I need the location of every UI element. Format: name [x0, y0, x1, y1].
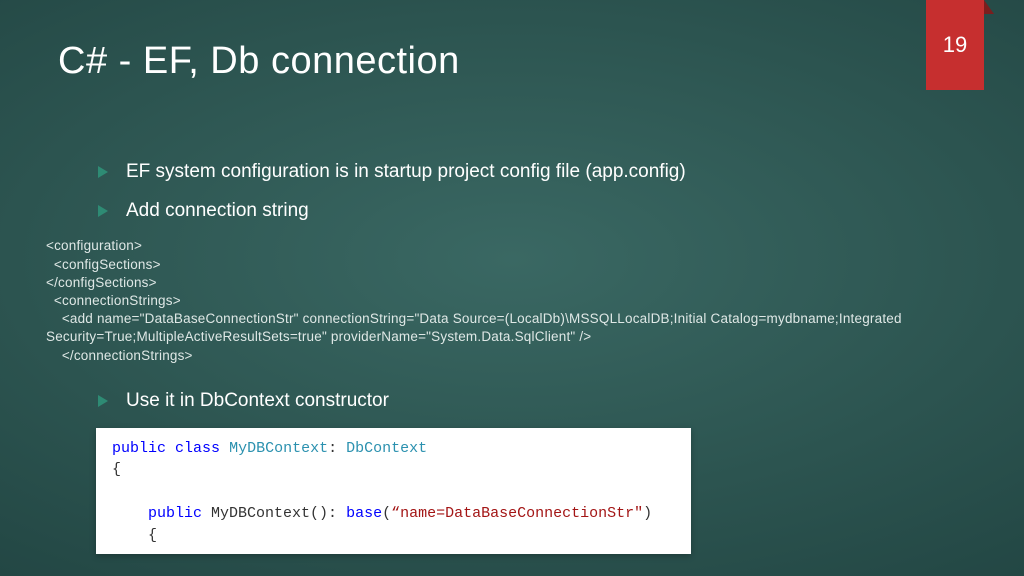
slide-title: C# - EF, Db connection: [58, 40, 460, 83]
triangle-bullet-icon: [98, 205, 108, 217]
page-number: 19: [943, 32, 967, 58]
bullet-list: EF system configuration is in startup pr…: [98, 160, 984, 223]
bullet-text: Add connection string: [126, 200, 309, 221]
bullet-list: Use it in DbContext constructor: [98, 389, 984, 414]
bullet-text: Use it in DbContext constructor: [126, 390, 389, 411]
triangle-bullet-icon: [98, 166, 108, 178]
bullet-item: EF system configuration is in startup pr…: [98, 160, 984, 185]
bullet-item: Use it in DbContext constructor: [98, 389, 984, 414]
xml-config-snippet: <configuration> <configSections> </confi…: [46, 237, 984, 365]
code-punct: {: [148, 527, 157, 544]
code-punct: :: [328, 440, 346, 457]
triangle-bullet-icon: [98, 395, 108, 407]
code-text: MyDBContext():: [202, 505, 346, 522]
code-keyword: public: [148, 505, 202, 522]
code-keyword: public: [112, 440, 166, 457]
code-string: “name=DataBaseConnectionStr": [391, 505, 643, 522]
slide-content: EF system configuration is in startup pr…: [58, 160, 984, 554]
bullet-text: EF system configuration is in startup pr…: [126, 161, 686, 182]
code-punct: ): [643, 505, 652, 522]
bullet-item: Add connection string: [98, 199, 984, 224]
code-punct: (: [382, 505, 391, 522]
code-keyword: class: [175, 440, 220, 457]
code-type: MyDBContext: [229, 440, 328, 457]
code-punct: {: [112, 461, 121, 478]
page-number-tab: 19: [926, 0, 984, 90]
code-keyword: base: [346, 505, 382, 522]
code-type: DbContext: [346, 440, 427, 457]
csharp-code-snippet: public class MyDBContext: DbContext { pu…: [96, 428, 691, 555]
